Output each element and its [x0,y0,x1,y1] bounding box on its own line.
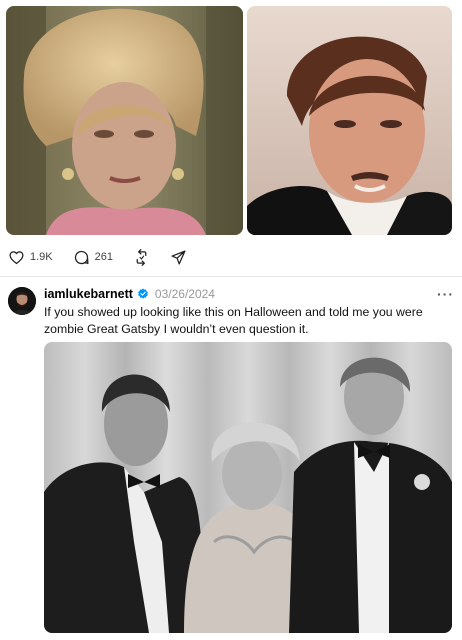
woman-portrait-image [6,6,243,235]
username[interactable]: iamlukebarnett [44,287,133,301]
action-bar: 1.9K 261 [8,247,207,267]
post-text: If you showed up looking like this on Ha… [44,305,423,336]
photo-group-bw[interactable] [44,342,452,633]
like-button[interactable]: 1.9K [8,249,53,266]
share-button[interactable] [170,249,187,266]
share-icon [171,249,186,265]
photo-man-portrait[interactable] [247,6,452,235]
like-count: 1.9K [30,251,53,263]
repost-icon [136,248,147,266]
man-portrait-image [247,6,452,235]
photo-woman-portrait[interactable] [6,6,243,235]
avatar-image [8,287,36,315]
post-header: iamlukebarnett 03/26/2024 [44,287,215,301]
post-divider [0,276,462,277]
more-options-icon[interactable]: ··· [437,286,454,302]
avatar[interactable] [8,287,36,315]
heart-icon [9,250,24,264]
group-photo-image [44,342,452,633]
reply-count: 261 [94,251,113,263]
comment-icon [74,250,89,264]
repost-button[interactable] [133,248,150,266]
post-date: 03/26/2024 [154,287,215,301]
verified-badge-icon [138,288,148,299]
reply-button[interactable]: 261 [73,249,113,266]
